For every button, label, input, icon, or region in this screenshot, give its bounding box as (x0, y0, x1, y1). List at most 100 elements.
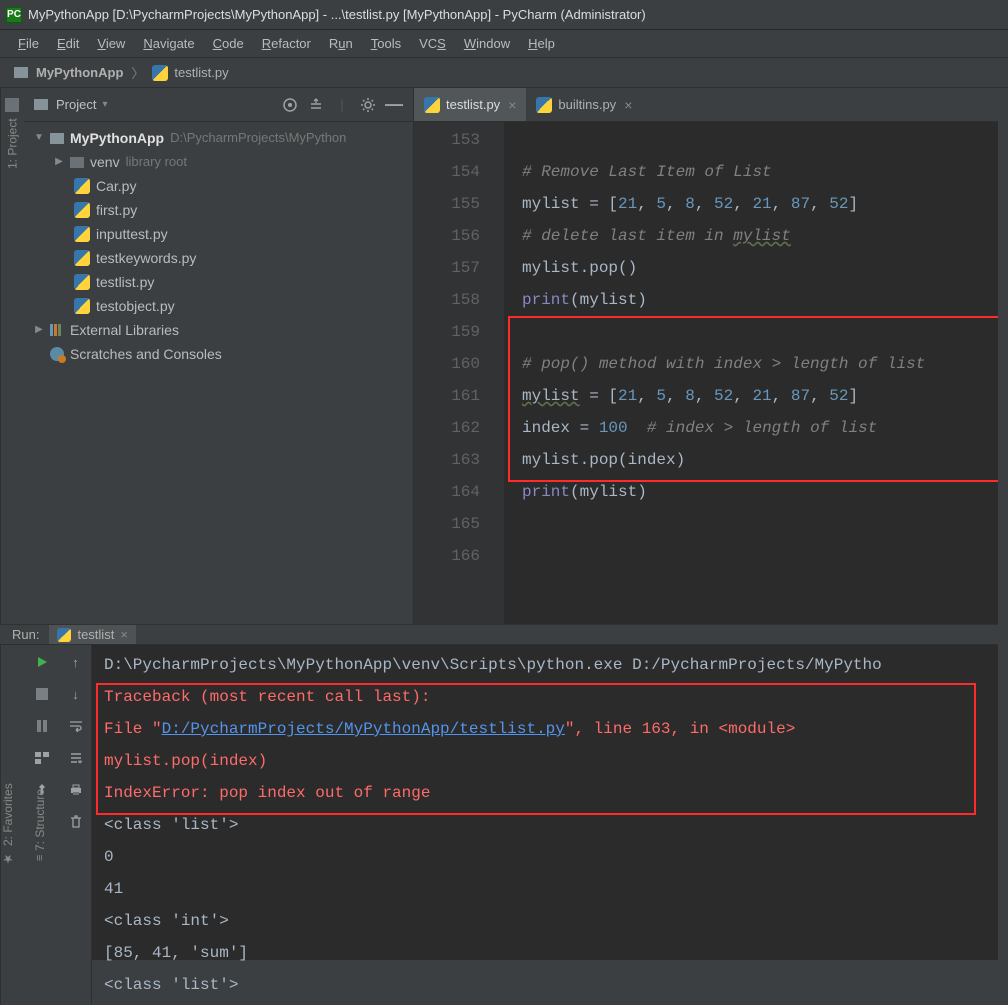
editor-tabs: testlist.py × builtins.py × (414, 88, 1008, 122)
menu-code[interactable]: Code (205, 32, 252, 55)
layout-icon[interactable] (33, 749, 51, 767)
tree-venv[interactable]: venv (90, 150, 120, 174)
project-tree[interactable]: ▼ MyPythonApp D:\PycharmProjects\MyPytho… (24, 122, 413, 624)
tree-venv-hint: library root (126, 150, 187, 174)
gutter: 1531541551561571581591601611621631641651… (414, 122, 504, 624)
python-file-icon (74, 202, 90, 218)
tool-window-bar-left: 1: Project (0, 88, 24, 624)
main: 1: Project Project ▾ | — (0, 88, 1008, 624)
python-file-icon (74, 250, 90, 266)
bc-project[interactable]: MyPythonApp (36, 65, 123, 80)
breadcrumb: MyPythonApp 〉 testlist.py (0, 58, 1008, 88)
bc-file[interactable]: testlist.py (174, 65, 228, 80)
library-icon (50, 324, 64, 336)
tab-label: builtins.py (558, 97, 616, 112)
wrap-icon[interactable] (67, 717, 85, 735)
down-icon[interactable]: ↓ (67, 685, 85, 703)
folder-icon (70, 157, 84, 168)
collapse-all-icon[interactable] (307, 96, 325, 114)
tree-file[interactable]: first.py (96, 198, 137, 222)
python-file-icon (424, 97, 440, 113)
file-link[interactable]: D:/PycharmProjects/MyPythonApp/testlist.… (162, 720, 565, 738)
tree-file[interactable]: Car.py (96, 174, 136, 198)
menu-navigate[interactable]: Navigate (135, 32, 202, 55)
python-file-icon (57, 628, 71, 642)
scroll-icon[interactable] (67, 749, 85, 767)
run-tab[interactable]: testlist × (49, 625, 135, 644)
tree-scratches[interactable]: Scratches and Consoles (70, 342, 222, 366)
pause-icon[interactable] (33, 717, 51, 735)
close-icon[interactable]: × (624, 97, 632, 113)
run-header-label: Run: (12, 627, 39, 642)
target-icon[interactable] (281, 96, 299, 114)
menu-tools[interactable]: Tools (363, 32, 409, 55)
hide-icon[interactable]: — (385, 96, 403, 114)
structure-tool-button[interactable]: ≡ 7: Structure (33, 789, 47, 861)
tree-file[interactable]: testobject.py (96, 294, 175, 318)
python-file-icon (74, 226, 90, 242)
code-area[interactable]: 1531541551561571581591601611621631641651… (414, 122, 1008, 624)
console-line: mylist.pop(index) (104, 745, 996, 777)
chevron-right-icon[interactable]: ▶ (34, 318, 44, 342)
tool-window-bar-left-lower: ★ 2: Favorites ≡ 7: Structure (0, 645, 24, 1005)
structure-label: 7: Structure (33, 789, 47, 851)
console-line: File "D:/PycharmProjects/MyPythonApp/tes… (104, 713, 996, 745)
tab-builtins[interactable]: builtins.py × (526, 88, 642, 121)
python-file-icon (536, 97, 552, 113)
tree-file[interactable]: inputtest.py (96, 222, 168, 246)
menubar: File Edit View Navigate Code Refactor Ru… (0, 30, 1008, 58)
divider: | (333, 96, 351, 114)
menu-edit[interactable]: Edit (49, 32, 87, 55)
app-icon: PC (6, 7, 22, 23)
menu-help[interactable]: Help (520, 32, 563, 55)
project-tool-label: 1: Project (6, 118, 20, 169)
console-line: D:\PycharmProjects\MyPythonApp\venv\Scri… (104, 649, 996, 681)
menu-run[interactable]: Run (321, 32, 361, 55)
tab-testlist[interactable]: testlist.py × (414, 88, 526, 121)
folder-icon (14, 67, 28, 78)
console-line: <class 'list'> (104, 809, 996, 841)
scrollbar-vertical[interactable] (998, 88, 1008, 960)
menu-window[interactable]: Window (456, 32, 518, 55)
titlebar: PC MyPythonApp [D:\PycharmProjects\MyPyt… (0, 0, 1008, 30)
favorites-label: 2: Favorites (1, 784, 15, 847)
chevron-down-icon[interactable]: ▾ (102, 99, 107, 110)
python-file-icon (74, 178, 90, 194)
menu-view[interactable]: View (89, 32, 133, 55)
folder-icon (50, 133, 64, 144)
folder-icon (34, 99, 48, 110)
tree-file[interactable]: testlist.py (96, 270, 154, 294)
print-icon[interactable] (67, 781, 85, 799)
project-panel-title[interactable]: Project (56, 97, 96, 112)
tab-label: testlist.py (446, 97, 500, 112)
console-line: 41 (104, 873, 996, 905)
console-output[interactable]: D:\PycharmProjects\MyPythonApp\venv\Scri… (92, 645, 1008, 1005)
run-tab-label: testlist (77, 627, 114, 642)
project-tool-button[interactable]: 1: Project (6, 98, 20, 169)
folder-icon (6, 98, 20, 112)
run-icon[interactable] (33, 653, 51, 671)
tree-root-name[interactable]: MyPythonApp (70, 126, 164, 150)
tree-external-libs[interactable]: External Libraries (70, 318, 179, 342)
up-icon[interactable]: ↑ (67, 653, 85, 671)
run-header: Run: testlist × (0, 625, 1008, 645)
menu-file[interactable]: File (10, 32, 47, 55)
tree-file[interactable]: testkeywords.py (96, 246, 196, 270)
python-file-icon (152, 65, 168, 81)
close-icon[interactable]: × (508, 97, 516, 113)
trash-icon[interactable] (67, 813, 85, 831)
code-lines[interactable]: # Remove Last Item of Listmylist = [21, … (504, 122, 1008, 624)
chevron-right-icon[interactable]: ▶ (54, 150, 64, 174)
project-panel: Project ▾ | — ▼ MyPythonApp D:\PycharmPr… (24, 88, 414, 624)
run-toolbar-2: ↑ ↓ (60, 645, 92, 1005)
gear-icon[interactable] (359, 96, 377, 114)
close-icon[interactable]: × (120, 627, 128, 642)
run-panel: Run: testlist × ★ 2: Favorites ≡ 7: Stru… (0, 624, 1008, 960)
favorites-tool-button[interactable]: ★ 2: Favorites (1, 784, 15, 867)
stop-icon[interactable] (33, 685, 51, 703)
project-panel-header: Project ▾ | — (24, 88, 413, 122)
menu-refactor[interactable]: Refactor (254, 32, 319, 55)
run-body: ★ 2: Favorites ≡ 7: Structure ↑ ↓ D:\ (0, 645, 1008, 1005)
menu-vcs[interactable]: VCS (411, 32, 454, 55)
chevron-down-icon[interactable]: ▼ (34, 126, 44, 150)
